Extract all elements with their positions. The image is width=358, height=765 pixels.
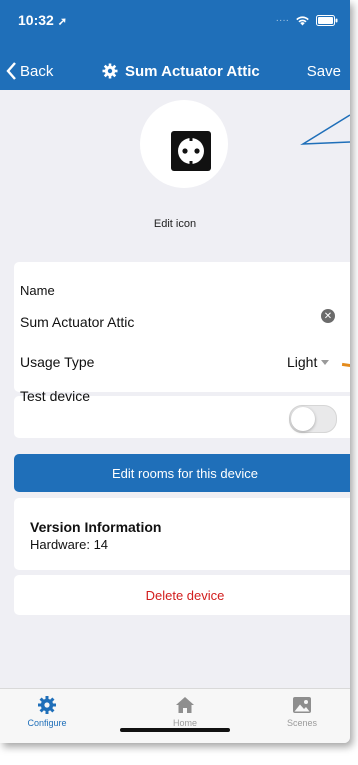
status-right-icons: ···· — [275, 14, 338, 26]
edit-icon-label[interactable]: Edit icon — [0, 218, 350, 230]
power-socket-icon — [171, 131, 211, 171]
tab-bar: Configure Home Scenes — [0, 688, 350, 743]
tab-scenes-label: Scenes — [286, 718, 318, 728]
usage-type-select[interactable]: Light — [287, 354, 330, 370]
wifi-icon — [296, 15, 309, 25]
hardware-version: Hardware: 14 — [30, 537, 109, 552]
scenes-icon — [293, 697, 311, 713]
tab-home-label: Home — [172, 718, 197, 728]
tab-configure[interactable]: Configure — [7, 695, 87, 728]
home-indicator — [120, 728, 230, 732]
callout-pointer — [300, 114, 350, 145]
page-title: Sum Actuator Attic — [102, 63, 260, 80]
usage-type-label: Usage Type — [20, 354, 95, 370]
chevron-left-icon — [6, 62, 16, 80]
clear-icon[interactable]: ✕ — [321, 309, 335, 323]
status-time: 10:32 — [18, 12, 54, 28]
caret-down-icon — [321, 359, 330, 365]
battery-icon — [316, 14, 338, 26]
gear-icon — [102, 63, 118, 79]
tab-scenes[interactable]: Scenes — [262, 695, 342, 728]
signal-dots-icon: ···· — [275, 14, 289, 26]
name-field[interactable]: Sum Actuator Attic — [20, 314, 134, 330]
status-time-group: 10:32 ➚ — [18, 12, 67, 28]
status-bar: 10:32 ➚ ···· — [18, 10, 338, 30]
delete-device-button[interactable]: Delete device — [14, 575, 350, 615]
location-arrow-icon: ➚ — [57, 16, 67, 28]
page-title-text: Sum Actuator Attic — [125, 62, 260, 80]
navigation-bar: Back Sum Actuator Attic Save — [0, 58, 350, 84]
top-bar: 10:32 ➚ ···· Back Sum Actuator Attic Sav… — [0, 0, 350, 90]
gear-icon — [38, 696, 56, 714]
name-label: Name — [20, 283, 55, 298]
save-button[interactable]: Save — [307, 63, 341, 80]
toggle-knob — [291, 407, 315, 431]
back-label: Back — [20, 62, 54, 80]
tab-home[interactable]: Home — [145, 695, 225, 728]
test-device-toggle[interactable] — [289, 405, 337, 433]
usage-type-value: Light — [287, 354, 318, 370]
home-icon — [176, 697, 194, 713]
test-device-label: Test device — [20, 388, 91, 404]
back-button[interactable]: Back — [6, 62, 53, 80]
edit-rooms-button[interactable]: Edit rooms for this device — [14, 454, 350, 492]
version-title: Version Information — [30, 519, 162, 535]
app-screen: 10:32 ➚ ···· Back Sum Actuator Attic Sav… — [0, 0, 350, 743]
tab-configure-label: Configure — [27, 718, 67, 728]
